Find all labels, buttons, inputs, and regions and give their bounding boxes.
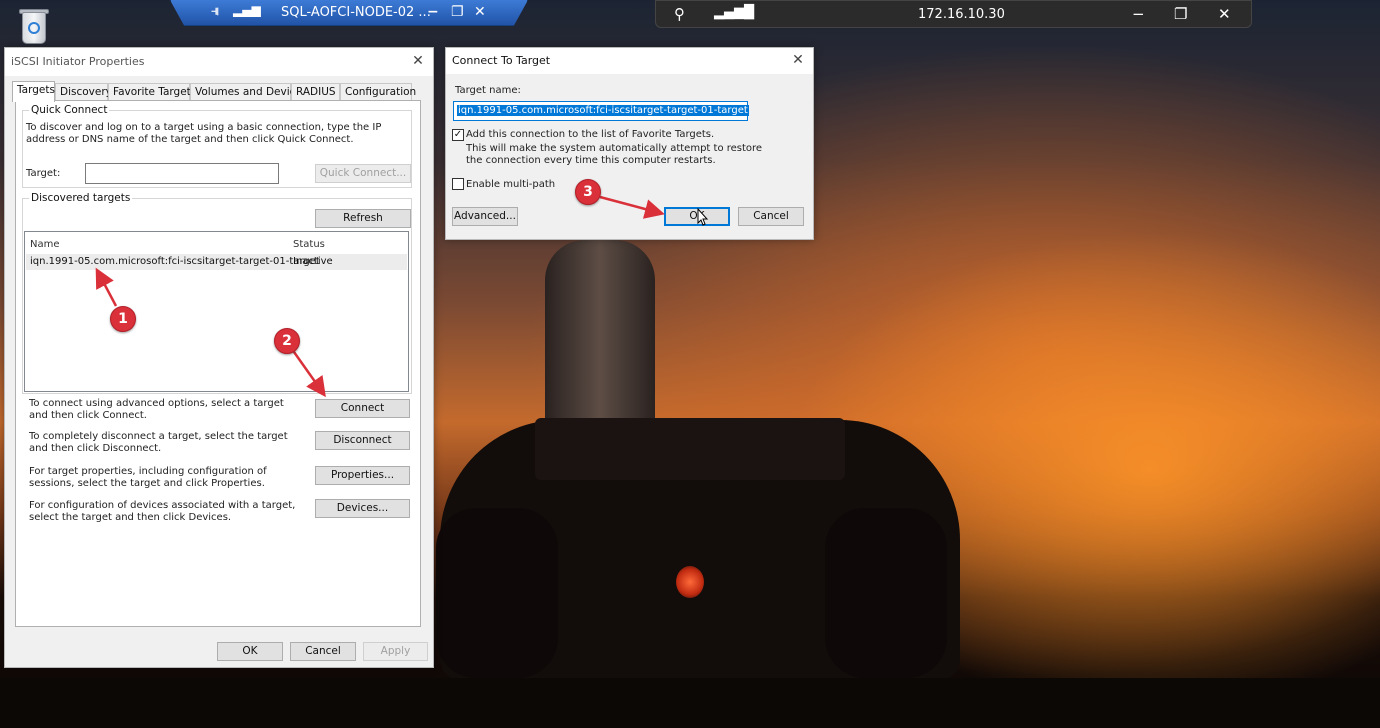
unpin-icon[interactable]: ⚲ bbox=[674, 5, 685, 23]
column-header-status[interactable]: Status bbox=[293, 239, 325, 250]
signal-icon: ▂▄▆ bbox=[233, 3, 261, 17]
restore-icon[interactable]: ❐ bbox=[451, 4, 464, 20]
disconnect-description: To completely disconnect a target, selec… bbox=[29, 431, 288, 454]
car-left-wheel bbox=[436, 508, 558, 678]
favorite-targets-description: This will make the system automatically … bbox=[466, 143, 763, 166]
remote-session-title: SQL-AOFCI-NODE-02 ... bbox=[281, 5, 431, 20]
pin-icon[interactable]: ⫣ bbox=[211, 3, 219, 19]
annotation-badge-2: 2 bbox=[274, 328, 300, 354]
quick-connect-group: Quick Connect To discover and log on to … bbox=[22, 104, 412, 188]
refresh-button[interactable]: Refresh bbox=[315, 209, 411, 228]
dialog-titlebar: Connect To Target ✕ bbox=[446, 48, 813, 74]
connect-description: To connect using advanced options, selec… bbox=[29, 398, 284, 421]
ok-button[interactable]: OK bbox=[217, 642, 283, 661]
target-input[interactable] bbox=[85, 163, 279, 184]
tab-radius[interactable]: RADIUS bbox=[291, 83, 340, 101]
dialog-title: Connect To Target bbox=[452, 54, 551, 67]
connection-bar: ⚲ ▂▄▆█ 172.16.10.30 − ❐ ✕ bbox=[655, 0, 1252, 28]
cancel-button[interactable]: Cancel bbox=[290, 642, 356, 661]
ground bbox=[0, 678, 1380, 728]
restore-icon[interactable]: ❐ bbox=[1174, 5, 1187, 23]
window-titlebar: iSCSI Initiator Properties ✕ bbox=[5, 48, 433, 76]
close-icon[interactable]: ✕ bbox=[474, 4, 486, 20]
connection-ip: 172.16.10.30 bbox=[918, 7, 1005, 22]
annotation-badge-3: 3 bbox=[575, 179, 601, 205]
target-name-cell: iqn.1991-05.com.microsoft:fci-iscsitarge… bbox=[30, 256, 320, 267]
tab-configuration[interactable]: Configuration bbox=[340, 83, 416, 101]
advanced-button[interactable]: Advanced... bbox=[452, 207, 518, 226]
target-name-input[interactable]: iqn.1991-05.com.microsoft:fci-iscsitarge… bbox=[453, 101, 749, 121]
target-label: Target: bbox=[26, 168, 61, 179]
properties-button[interactable]: Properties... bbox=[315, 466, 410, 485]
close-icon[interactable]: ✕ bbox=[409, 52, 427, 70]
car-tail-light bbox=[676, 566, 704, 598]
remote-desktop-bar: ⫣ ▂▄▆ SQL-AOFCI-NODE-02 ... − ❐ ✕ bbox=[170, 0, 528, 26]
favorite-targets-checkbox[interactable]: ✓ bbox=[452, 129, 464, 141]
tab-discovery[interactable]: Discovery bbox=[55, 83, 112, 101]
devices-button[interactable]: Devices... bbox=[315, 499, 410, 518]
annotation-badge-1: 1 bbox=[110, 306, 136, 332]
favorite-targets-label: Add this connection to the list of Favor… bbox=[466, 129, 715, 140]
quick-connect-description: To discover and log on to a target using… bbox=[26, 122, 382, 145]
discovered-targets-group: Discovered targets Refresh Name Status i… bbox=[22, 192, 412, 394]
recycle-bin-icon[interactable] bbox=[14, 6, 52, 46]
connect-button[interactable]: Connect bbox=[315, 399, 410, 418]
table-row[interactable]: iqn.1991-05.com.microsoft:fci-iscsitarge… bbox=[26, 254, 407, 270]
quick-connect-label: Quick Connect bbox=[29, 104, 110, 116]
target-name-label: Target name: bbox=[455, 85, 521, 96]
multi-path-checkbox[interactable] bbox=[452, 178, 464, 190]
targets-panel: Quick Connect To discover and log on to … bbox=[15, 100, 421, 627]
tab-targets[interactable]: Targets bbox=[12, 81, 55, 102]
properties-description: For target properties, including configu… bbox=[29, 466, 267, 489]
minimize-icon[interactable]: − bbox=[1132, 5, 1145, 23]
dialog-cancel-button[interactable]: Cancel bbox=[738, 207, 804, 226]
target-status-cell: Inactive bbox=[293, 256, 333, 267]
apply-button[interactable]: Apply bbox=[363, 642, 428, 661]
disconnect-button[interactable]: Disconnect bbox=[315, 431, 410, 450]
minimize-icon[interactable]: − bbox=[427, 4, 439, 20]
close-icon[interactable]: ✕ bbox=[1218, 5, 1231, 23]
tab-favorite-targets[interactable]: Favorite Targets bbox=[108, 83, 196, 101]
devices-description: For configuration of devices associated … bbox=[29, 500, 296, 523]
connect-to-target-dialog: Connect To Target ✕ Target name: iqn.199… bbox=[445, 47, 814, 240]
targets-list[interactable]: Name Status iqn.1991-05.com.microsoft:fc… bbox=[24, 231, 409, 392]
multi-path-label: Enable multi-path bbox=[466, 179, 556, 190]
car-rear-wing bbox=[535, 418, 845, 480]
window-title: iSCSI Initiator Properties bbox=[11, 55, 145, 68]
car-right-wheel bbox=[825, 508, 947, 678]
target-name-value: iqn.1991-05.com.microsoft:fci-iscsitarge… bbox=[457, 105, 749, 116]
close-icon[interactable]: ✕ bbox=[789, 51, 807, 69]
signal-strength-icon: ▂▄▆█ bbox=[714, 5, 754, 20]
iscsi-properties-window: iSCSI Initiator Properties ✕ Targets Dis… bbox=[4, 47, 434, 668]
discovered-targets-label: Discovered targets bbox=[29, 192, 133, 204]
mouse-cursor-icon bbox=[697, 208, 709, 226]
column-header-name[interactable]: Name bbox=[30, 239, 60, 250]
tab-volumes-and-devices[interactable]: Volumes and Devices bbox=[190, 83, 307, 101]
quick-connect-button[interactable]: Quick Connect... bbox=[315, 164, 411, 183]
recycle-symbol-icon bbox=[28, 22, 40, 34]
